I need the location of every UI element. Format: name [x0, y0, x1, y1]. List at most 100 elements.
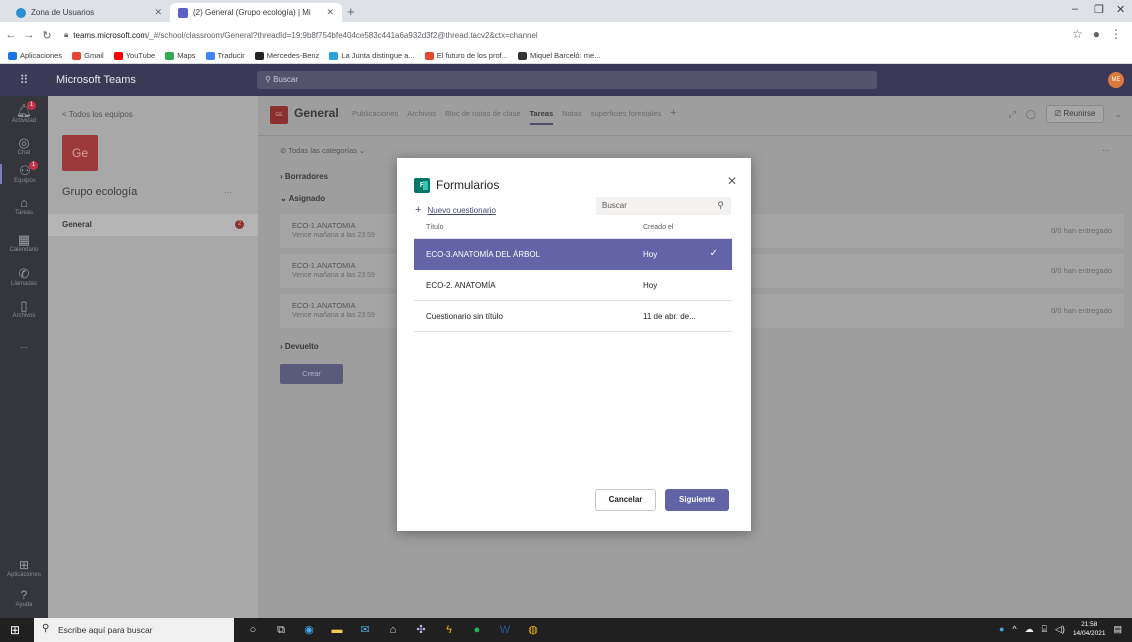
translate-icon: [205, 51, 215, 60]
user-avatar[interactable]: ME: [1108, 72, 1124, 88]
bookmark-futuro[interactable]: El futuro de los prof...: [424, 51, 508, 60]
section-label: Asignado: [288, 194, 326, 203]
bookmark-gmail[interactable]: Gmail: [72, 51, 104, 60]
new-quiz-link[interactable]: + Nuevo cuestionario: [415, 204, 496, 216]
chrome-icon[interactable]: ◍: [524, 621, 542, 639]
app-icon[interactable]: ✣: [412, 621, 430, 639]
url-path: /_#/school/classroom/General?threadId=19…: [147, 30, 538, 40]
tab-tareas[interactable]: Tareas: [529, 109, 554, 125]
lightning-icon[interactable]: ϟ: [440, 621, 458, 639]
cloud-icon[interactable]: ☁: [1025, 624, 1034, 635]
close-tab-icon[interactable]: ✕: [154, 7, 162, 18]
tab-archivos[interactable]: Archivos: [407, 109, 436, 125]
bookmark-mercedes[interactable]: Mercedes-Benz: [254, 51, 319, 60]
meet-button[interactable]: ⎚ Reunirse: [1045, 105, 1105, 123]
edge-icon[interactable]: ◉: [300, 621, 318, 639]
channel-item-general[interactable]: General 2: [48, 214, 258, 236]
maps-icon: [165, 51, 175, 60]
teams-search-input[interactable]: ⚲ Buscar: [257, 71, 877, 89]
bookmark-youtube[interactable]: YouTube: [113, 51, 155, 60]
mail-icon[interactable]: ✉: [356, 621, 374, 639]
restore-icon[interactable]: ❐: [1094, 3, 1104, 16]
assignments-icon: ⌂: [20, 195, 28, 210]
meet-dropdown-icon[interactable]: ⌄: [1114, 109, 1122, 120]
volume-icon[interactable]: ◁): [1055, 624, 1065, 635]
tab-notas[interactable]: Notas: [562, 109, 582, 125]
form-row[interactable]: ECO-2. ANATOMÍA Hoy: [414, 270, 732, 301]
el-pais-icon: [517, 51, 527, 60]
apps-grid-icon: [8, 51, 17, 60]
bookmark-junta[interactable]: La Junta distingue a...: [329, 51, 415, 60]
cancel-button[interactable]: Cancelar: [595, 489, 656, 511]
profile-icon[interactable]: ●: [1093, 27, 1100, 41]
rail-item-teams[interactable]: ⚇ Equipos 1: [0, 161, 48, 184]
rail-item-chat[interactable]: ◎ Chat: [0, 136, 48, 157]
tab-bloc-notas[interactable]: Bloc de notas de clase: [445, 109, 520, 125]
bookmark-star-icon[interactable]: ☆: [1072, 27, 1083, 41]
rail-item-help[interactable]: ? Ayuda: [0, 588, 48, 608]
cortana-icon[interactable]: ○: [244, 621, 262, 639]
assignment-title: ECO-1.ANATOMIA: [292, 221, 356, 230]
rail-item-assignments[interactable]: ⌂ Tareas: [0, 195, 48, 217]
bookmark-maps[interactable]: Maps: [165, 51, 196, 60]
rail-item-more[interactable]: ...: [0, 340, 48, 350]
form-row[interactable]: ECO-3.ANATOMÍA DEL ÁRBOL Hoy ✓: [414, 239, 732, 270]
forms-search-input[interactable]: Buscar ⚲: [596, 197, 731, 215]
store-icon[interactable]: ⌂: [384, 621, 402, 639]
form-row[interactable]: Cuestionario sin título 11 de abr. de...: [414, 301, 732, 332]
rail-item-apps[interactable]: ⊞ Aplicaciones: [0, 558, 48, 578]
returned-section[interactable]: › Devuelto: [280, 342, 319, 351]
clock[interactable]: 21:58 14/04/2021: [1073, 620, 1106, 638]
forward-icon[interactable]: →: [22, 29, 36, 41]
next-button[interactable]: Siguiente: [665, 489, 729, 511]
close-tab-icon[interactable]: ✕: [326, 7, 334, 18]
new-quiz-label: Nuevo cuestionario: [427, 205, 496, 215]
url-field[interactable]: 🔒︎ teams.microsoft.com/_#/school/classro…: [64, 30, 538, 40]
rail-item-activity[interactable]: 🔔︎ Actividad 1: [0, 101, 48, 124]
windows-start-icon[interactable]: ⊞: [10, 623, 20, 637]
bookmark-traducir[interactable]: Traducir: [205, 51, 245, 60]
taskbar-search-input[interactable]: ⚲ Escribe aquí para buscar: [34, 618, 234, 642]
help-tray-icon[interactable]: ●: [999, 624, 1004, 634]
browser-tab-teams[interactable]: (2) General (Grupo ecología) | Mi ✕: [170, 3, 342, 22]
expand-icon[interactable]: ⤢: [1009, 109, 1016, 120]
close-icon[interactable]: ✕: [727, 174, 737, 188]
bookmark-barcelo[interactable]: Miquel Barceló: me...: [517, 51, 600, 60]
spotify-icon[interactable]: ●: [468, 621, 486, 639]
rail-label: Equipos: [14, 178, 36, 184]
notifications-icon[interactable]: ▤: [1113, 624, 1122, 635]
tab-superficies-forestales[interactable]: superficies forestales: [591, 109, 661, 125]
browser-tab-zona-usuarios[interactable]: Zona de Usuarios ✕: [8, 3, 170, 22]
mercedes-icon: [254, 51, 264, 60]
rail-item-calendar[interactable]: ▦ Calendario: [0, 233, 48, 254]
tab-publicaciones[interactable]: Publicaciones: [352, 109, 398, 125]
add-tab-icon[interactable]: +: [670, 108, 676, 125]
clock-time: 21:58: [1081, 621, 1098, 628]
bookmark-apps[interactable]: Aplicaciones: [8, 51, 62, 60]
word-icon[interactable]: W: [496, 621, 514, 639]
browser-menu-icon[interactable]: ⋮: [1110, 27, 1122, 41]
network-icon[interactable]: ⌸: [1042, 624, 1047, 635]
more-options-icon[interactable]: ···: [1102, 146, 1110, 155]
create-assignment-button[interactable]: Crear: [280, 364, 343, 384]
reload-icon[interactable]: ↻: [40, 29, 54, 42]
assignment-due: Vence mañana a las 23:59: [292, 232, 375, 239]
info-icon[interactable]: ◯: [1026, 109, 1036, 120]
all-teams-link[interactable]: < Todos los equipos: [62, 110, 133, 119]
category-filter[interactable]: ⊘ Todas las categorías ⌄: [280, 146, 365, 155]
chevron-up-icon[interactable]: ^: [1012, 624, 1016, 634]
team-more-options-icon[interactable]: ···: [224, 188, 232, 197]
app-rail: 🔔︎ Actividad 1 ◎ Chat ⚇ Equipos 1 ⌂ Tareas ▦…: [0, 96, 48, 618]
rail-item-calls[interactable]: ✆ Llamadas: [0, 267, 48, 288]
task-view-icon[interactable]: ⧉: [272, 621, 290, 639]
assigned-section[interactable]: ⌄ Asignado: [280, 194, 325, 203]
rail-item-files[interactable]: ▯ Archivos: [0, 299, 48, 320]
minimize-icon[interactable]: –: [1072, 3, 1078, 15]
drafts-section[interactable]: › Borradores: [280, 172, 328, 181]
close-window-icon[interactable]: ✕: [1116, 3, 1125, 16]
back-icon[interactable]: ←: [4, 29, 18, 41]
app-launcher-icon[interactable]: ⠿: [0, 73, 48, 87]
file-explorer-icon[interactable]: ▬: [328, 621, 346, 639]
new-tab-icon[interactable]: +: [347, 4, 355, 19]
bookmark-label: Gmail: [84, 51, 104, 60]
